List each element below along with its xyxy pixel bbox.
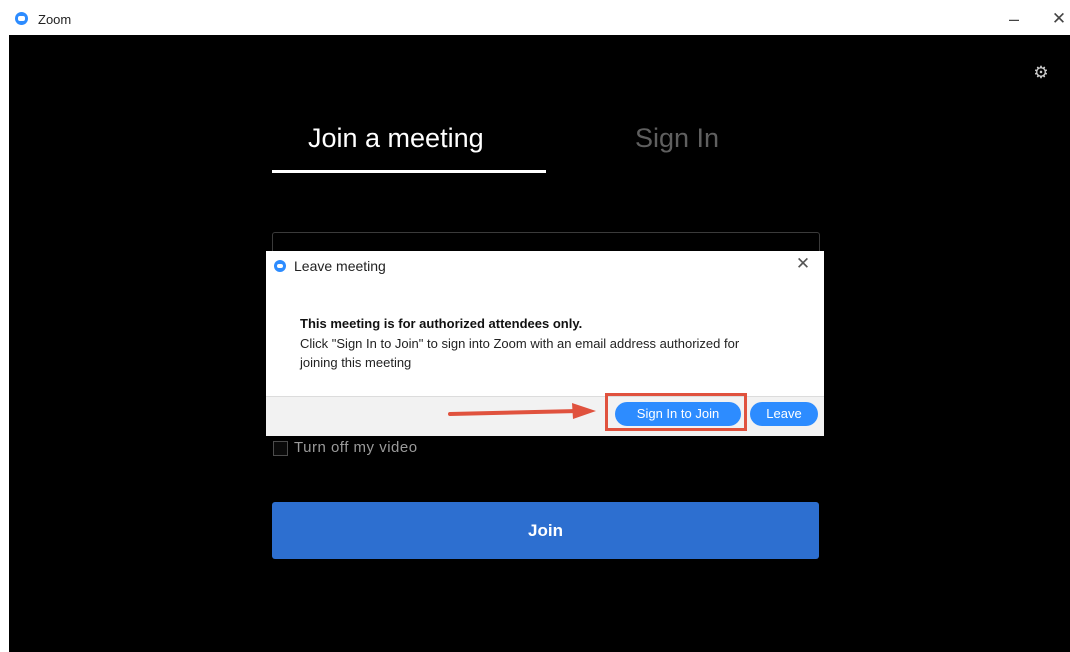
minimize-button[interactable]: –	[1003, 8, 1025, 30]
sign-in-to-join-button[interactable]: Sign In to Join	[615, 402, 741, 426]
gear-icon[interactable]: ⚙	[1032, 64, 1050, 82]
annotation-arrow-icon	[448, 403, 596, 419]
dialog-close-icon[interactable]: ✕	[794, 255, 812, 273]
join-button[interactable]: Join	[272, 502, 819, 559]
tab-sign-in[interactable]: Sign In	[635, 123, 719, 154]
zoom-logo-icon	[274, 260, 286, 272]
dialog-heading: This meeting is for authorized attendees…	[300, 316, 583, 331]
leave-meeting-dialog: Leave meeting ✕ This meeting is for auth…	[266, 251, 824, 436]
active-tab-indicator	[272, 170, 546, 173]
close-window-button[interactable]: ✕	[1048, 8, 1070, 30]
window-title: Zoom	[38, 12, 72, 27]
tab-join-a-meeting[interactable]: Join a meeting	[308, 123, 484, 154]
leave-button[interactable]: Leave	[750, 402, 818, 426]
turn-off-video-checkbox[interactable]	[273, 441, 288, 456]
dialog-message: Click "Sign In to Join" to sign into Zoo…	[300, 336, 740, 370]
title-bar: Zoom – ✕	[0, 0, 1070, 35]
dialog-title: Leave meeting	[294, 258, 386, 274]
zoom-logo-icon	[15, 12, 28, 25]
turn-off-video-label: Turn off my video	[294, 439, 418, 456]
